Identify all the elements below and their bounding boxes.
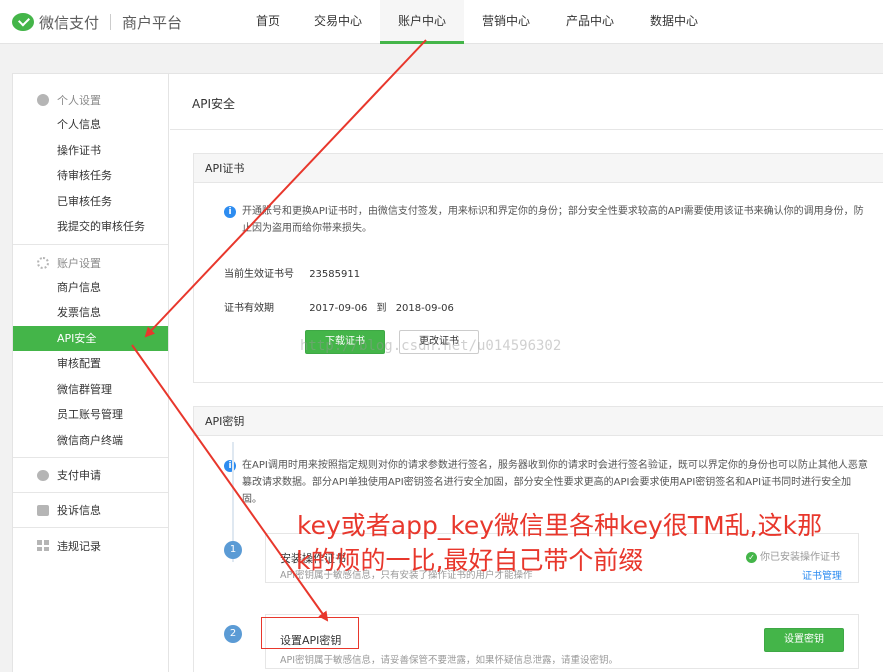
platform-name: 商户平台 (122, 13, 183, 32)
gear-icon (37, 256, 49, 269)
sidebar-item-invoice-info[interactable]: 发票信息 (13, 300, 168, 326)
sidebar-item-group-management[interactable]: 微信群管理 (13, 377, 168, 403)
cert-installed-status: ✓ 你已安装操作证书 (746, 548, 840, 563)
sidebar-item-label: 违规记录 (57, 539, 101, 553)
message-icon (37, 504, 49, 516)
key-info-body: 在API调用时用来按照指定规则对你的请求参数进行签名，服务器收到你的请求时会进行… (242, 460, 868, 505)
nav-product-center[interactable]: 产品中心 (548, 0, 632, 44)
sidebar-group-header: 账户设置 (13, 251, 168, 275)
sidebar-item-reviewed-tasks[interactable]: 已审核任务 (13, 189, 168, 215)
cert-valid-to: 2018-09-06 (395, 303, 454, 314)
cert-management-link[interactable]: 证书管理 (802, 567, 842, 582)
cert-valid-from: 2017-09-06 (309, 303, 368, 314)
logo-divider (110, 14, 112, 30)
cert-installed-text: 你已安装操作证书 (760, 552, 840, 563)
nav-home[interactable]: 首页 (240, 0, 296, 44)
highlight-box (261, 617, 359, 649)
top-bar: 微信支付 商户平台 首页 交易中心 账户中心 营销中心 产品中心 数据中心 (0, 0, 883, 44)
panel-title: API证书 (194, 154, 883, 183)
cert-serial-label: 当前生效证书号 (224, 269, 294, 280)
sidebar-item-label: 支付申请 (57, 469, 101, 482)
sidebar-item-api-security[interactable]: API安全 (13, 325, 168, 351)
main-nav: 首页 交易中心 账户中心 营销中心 产品中心 数据中心 (240, 0, 716, 44)
sidebar-group-header: 个人设置 (13, 88, 168, 112)
grid-icon (37, 540, 49, 551)
sidebar-item-merchant-info[interactable]: 商户信息 (13, 275, 168, 301)
page-title: API安全 (192, 97, 235, 111)
sidebar-item-operation-cert[interactable]: 操作证书 (13, 138, 168, 164)
nav-trade-center[interactable]: 交易中心 (296, 0, 380, 44)
cert-validity-label: 证书有效期 (224, 303, 274, 314)
sidebar-item-merchant-terminal[interactable]: 微信商户终端 (13, 428, 168, 454)
set-key-button[interactable]: 设置密钥 (764, 628, 844, 652)
sidebar-item-payment-apply[interactable]: 支付申请 (13, 458, 168, 493)
step-1-badge: 1 (224, 541, 242, 559)
cert-info-body: 开通账号和更换API证书时，由微信支付签发，用来标识和界定你的身份；部分安全性要… (242, 206, 864, 234)
cert-validity-row: 证书有效期 2017-09-06 到 2018-09-06 (224, 299, 454, 314)
cert-serial-row: 当前生效证书号 23585911 (224, 265, 360, 280)
sidebar-group-label: 账户设置 (57, 256, 101, 270)
sidebar-item-label: 投诉信息 (57, 504, 101, 517)
sidebar: 个人设置 个人信息 操作证书 待审核任务 已审核任务 我提交的审核任务 账户设置… (13, 74, 169, 672)
sidebar-item-violations[interactable]: 违规记录 (13, 528, 168, 563)
cert-serial-value: 23585911 (309, 269, 361, 280)
sidebar-group-personal: 个人设置 个人信息 操作证书 待审核任务 已审核任务 我提交的审核任务 (13, 74, 168, 245)
nav-account-center[interactable]: 账户中心 (380, 0, 464, 44)
panel-title: API密钥 (194, 407, 883, 436)
wechat-pay-logo-icon (12, 13, 34, 31)
sidebar-group-account: 账户设置 商户信息 发票信息 API安全 审核配置 微信群管理 员工账号管理 微… (13, 245, 168, 458)
nav-data-center[interactable]: 数据中心 (632, 0, 716, 44)
sidebar-item-staff-accounts[interactable]: 员工账号管理 (13, 402, 168, 428)
info-icon: i (224, 206, 236, 218)
content-area: API安全 API证书 i 开通账号和更换API证书时，由微信支付签发，用来标识… (170, 74, 883, 672)
watermark: http://blog.csdn.net/u014596302 (300, 338, 562, 354)
check-icon: ✓ (746, 552, 757, 563)
info-icon: i (224, 460, 236, 472)
cert-info-text: i 开通账号和更换API证书时，由微信支付签发，用来标识和界定你的身份；部分安全… (224, 203, 864, 237)
step-2-badge: 2 (224, 625, 242, 643)
user-icon (37, 94, 49, 106)
sidebar-item-personal-info[interactable]: 个人信息 (13, 112, 168, 138)
annotation-line-1: key或者app_key微信里各种key很TM乱,这k那 (297, 511, 823, 540)
cert-valid-sep: 到 (376, 303, 387, 314)
divider (170, 129, 883, 130)
logo[interactable]: 微信支付 商户平台 (12, 12, 182, 32)
sidebar-group-label: 个人设置 (57, 94, 101, 107)
sidebar-item-review-config[interactable]: 审核配置 (13, 351, 168, 377)
sidebar-item-pending-tasks[interactable]: 待审核任务 (13, 163, 168, 189)
main-frame: 个人设置 个人信息 操作证书 待审核任务 已审核任务 我提交的审核任务 账户设置… (12, 73, 883, 672)
key-info-text: i 在API调用时用来按照指定规则对你的请求参数进行签名，服务器收到你的请求时会… (224, 457, 869, 508)
chat-icon (37, 469, 49, 481)
annotation-line-2: k的烦的一比,最好自己带个前缀 (296, 546, 644, 575)
step-2-desc: API密钥属于敏感信息，请妥善保管不要泄露，如果怀疑信息泄露，请重设密钥。 (280, 655, 619, 666)
nav-marketing-center[interactable]: 营销中心 (464, 0, 548, 44)
sidebar-item-submitted-tasks[interactable]: 我提交的审核任务 (13, 214, 168, 240)
sidebar-item-complaints[interactable]: 投诉信息 (13, 493, 168, 528)
brand-name: 微信支付 (39, 13, 100, 32)
